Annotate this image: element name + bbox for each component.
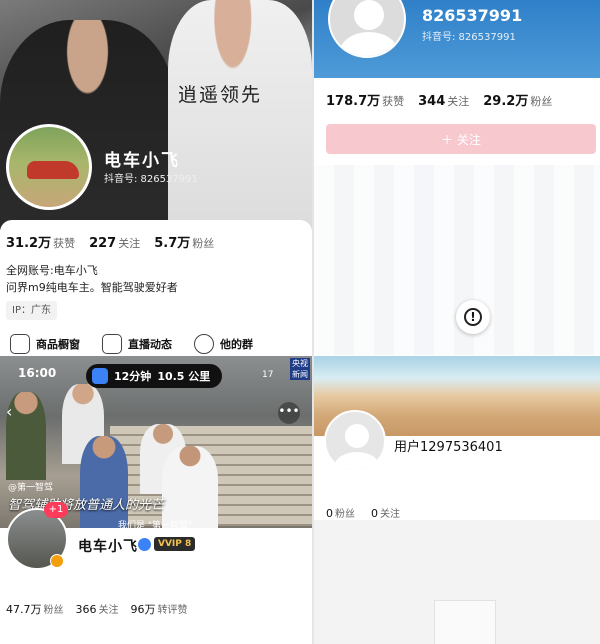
stat-followers[interactable]: 5.7万 粉丝 [154,232,214,251]
navigation-arrow-icon [92,368,108,384]
stat-likes[interactable]: 178.7万 获赞 [326,90,404,109]
car-image [27,161,79,179]
shortcut-groups[interactable]: 他的群 [194,334,253,354]
bio-line: 全网账号:电车小飞 [6,264,98,277]
more-icon[interactable]: ••• [278,402,300,424]
blurred-content [314,165,600,355]
profile-panel-d: 用户1297536401 0 粉丝 0 关注 [314,356,600,644]
tv-icon [102,334,122,354]
ip-location-tag: IP：广东 [6,301,57,320]
status-time: 16:00 [18,366,57,380]
back-icon[interactable]: ‹ [6,402,12,421]
stat-engagements[interactable]: 96万 转评赞 [131,598,188,617]
avatar[interactable] [6,124,92,210]
stat-likes[interactable]: 31.2万 获赞 [6,232,75,251]
profile-id: 826537991 [422,6,523,25]
profile-stats: 178.7万 获赞 344 关注 29.2万 粉丝 [326,90,552,109]
douyin-id[interactable]: 抖音号: 826537991 [104,170,198,185]
stat-following[interactable]: 344 关注 [418,90,469,109]
battery-level: 17 [262,370,274,380]
exclamation-icon: ! [464,308,482,326]
stat-followers[interactable]: 29.2万 粉丝 [483,90,552,109]
profile-panel-a: 逍遥领先 电车小飞 抖音号: 826537991 31.2万 获赞 227 关注 5… [0,0,312,356]
avatar-head-icon [354,0,384,30]
shortcut-label: 商品橱窗 [36,338,80,351]
new-post-badge: +1 [44,502,68,518]
shortcut-label: 直播动态 [128,338,172,351]
shirt-text: 逍遥领先 [178,84,263,106]
empty-document-icon [434,600,496,644]
stat-followers[interactable]: 0 粉丝 [326,502,355,521]
profile-bio: 全网账号:电车小飞 问界m9纯电车主。智能驾驶爱好者 IP：广东 [6,262,178,320]
cover-person-right [168,0,312,230]
stat-followers[interactable]: 47.7万 粉丝 [6,598,64,617]
avatar-body-icon [334,452,380,470]
alert-button[interactable]: ! [456,300,490,334]
bio-line: 问界m9纯电车主。智能驾驶爱好者 [6,281,178,294]
verified-v-icon [50,554,64,568]
profile-name: 电车小飞 [78,539,138,555]
verified-check-icon [138,538,151,551]
stat-following[interactable]: 0 关注 [371,502,400,521]
vip-badge: VVIP 8 [154,537,196,551]
profile-stats: 31.2万 获赞 227 关注 5.7万 粉丝 [6,232,214,251]
shortcut-live-activity[interactable]: 直播动态 [102,334,172,354]
nav-distance: 10.5 公里 [157,370,211,383]
profile-stats: 0 粉丝 0 关注 [326,502,400,521]
nav-duration: 12分钟 [114,370,152,383]
screenshot-collage: 逍遥领先 电车小飞 抖音号: 826537991 31.2万 获赞 227 关注 5… [0,0,600,644]
default-avatar[interactable] [324,410,386,472]
shortcut-label: 他的群 [220,338,253,351]
profile-username: 用户1297536401 [394,440,503,455]
douyin-id[interactable]: 抖音号: 826537991 [422,28,516,43]
video-tag: @第一智驾 [8,483,54,493]
avatar-body-icon [340,32,398,56]
person-figure [80,436,128,528]
cctv-news-badge: 央视新闻 [290,358,310,380]
profile-name: 电车小飞 [104,151,180,171]
shortcut-shop-window[interactable]: 商品橱窗 [10,334,80,354]
shortcut-row: 商品橱窗 直播动态 他的群 [10,334,253,354]
stat-following[interactable]: 366 关注 [76,598,119,617]
follow-button[interactable]: ＋ 关注 [326,124,596,154]
default-avatar[interactable] [328,0,406,58]
profile-stats: 47.7万 粉丝 366 关注 96万 转评赞 [6,598,188,617]
chat-group-icon [194,334,214,354]
shopping-bag-icon [10,334,30,354]
avatar-head-icon [345,424,369,448]
navigation-pill[interactable]: 12分钟 10.5 公里 [86,364,222,388]
profile-panel-b: 826537991 抖音号: 826537991 178.7万 获赞 344 关注 … [314,0,600,356]
person-figure [162,446,218,528]
stat-following[interactable]: 227 关注 [89,232,140,251]
profile-panel-c: 16:00 12分钟 10.5 公里 17 央视新闻 ‹ ••• @第一智驾 智… [0,356,312,644]
